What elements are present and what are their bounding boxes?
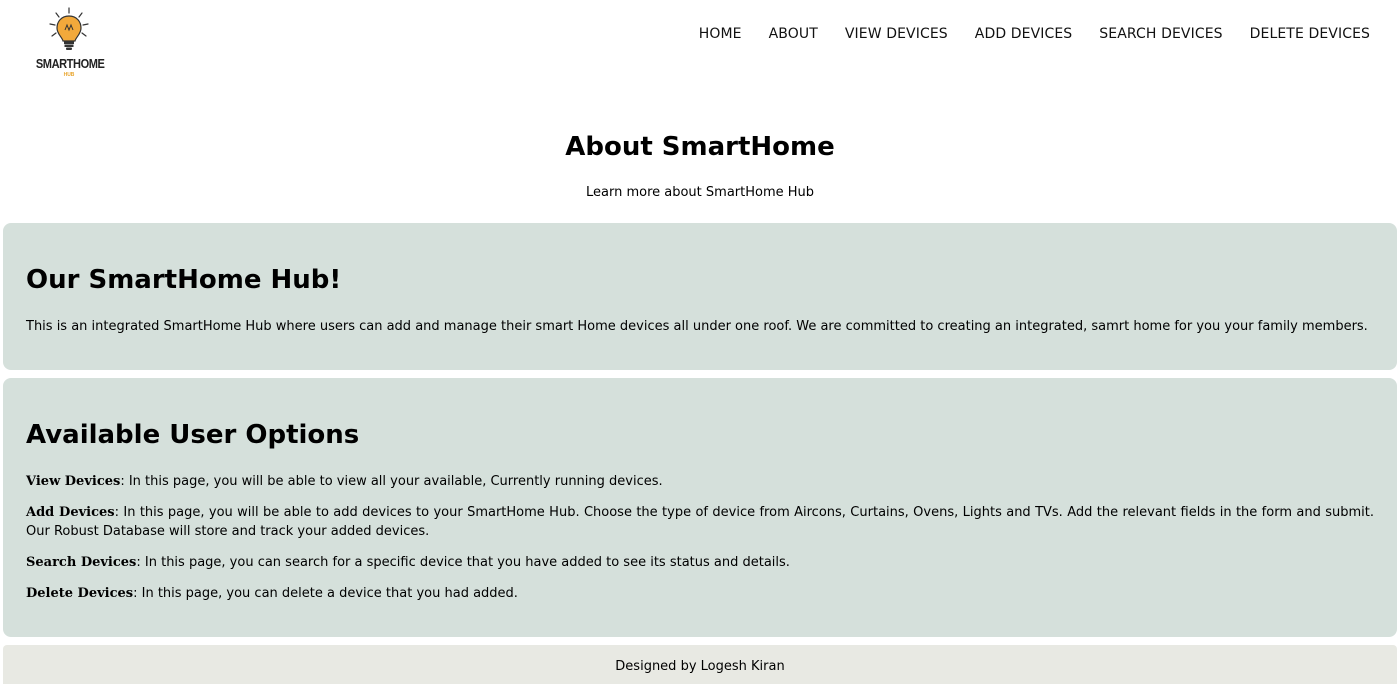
nav-about[interactable]: ABOUT [769,26,818,42]
options-heading: Available User Options [26,420,360,450]
hub-heading: Our SmartHome Hub! [26,265,342,295]
option-text: : In this page, you can delete a device … [133,586,518,601]
logo-text: SMARTHOME [35,56,105,71]
page-title: About SmartHome [565,132,835,162]
hub-info-panel: Our SmartHome Hub! This is an integrated… [3,223,1397,370]
options-list: View Devices: In this page, you will be … [26,472,1374,615]
site-header: SMARTHOME HUB HOME ABOUT VIEW DEVICES AD… [0,0,1400,80]
option-label: Delete Devices [26,586,134,601]
nav-view-devices[interactable]: VIEW DEVICES [845,26,948,42]
nav-add-devices[interactable]: ADD DEVICES [975,26,1073,42]
nav-delete-devices[interactable]: DELETE DEVICES [1250,26,1370,42]
option-text: : In this page, you will be able to view… [120,474,663,489]
option-search-devices: Search Devices: In this page, you can se… [26,553,1374,572]
option-label: Add Devices [26,505,115,520]
hub-description: This is an integrated SmartHome Hub wher… [26,319,1368,334]
option-text: : In this page, you can search for a spe… [136,555,790,570]
logo[interactable]: SMARTHOME HUB [30,6,110,78]
footer-credit: Designed by Logesh Kiran [615,659,785,674]
option-add-devices: Add Devices: In this page, you will be a… [26,503,1374,541]
option-label: View Devices [26,474,121,489]
option-delete-devices: Delete Devices: In this page, you can de… [26,584,1374,603]
logo-subtext: HUB [63,72,75,78]
option-view-devices: View Devices: In this page, you will be … [26,472,1374,491]
option-label: Search Devices [26,555,137,570]
page-subtitle: Learn more about SmartHome Hub [585,185,815,200]
page: SMARTHOME HUB HOME ABOUT VIEW DEVICES AD… [0,0,1400,684]
option-text: : In this page, you will be able to add … [26,505,1374,539]
main-nav: HOME ABOUT VIEW DEVICES ADD DEVICES SEAR… [699,26,1370,42]
lightbulb-icon [49,7,89,50]
user-options-panel: Available User Options View Devices: In … [3,378,1397,637]
nav-search-devices[interactable]: SEARCH DEVICES [1099,26,1222,42]
nav-home[interactable]: HOME [699,26,742,42]
site-footer: Designed by Logesh Kiran [3,645,1397,684]
